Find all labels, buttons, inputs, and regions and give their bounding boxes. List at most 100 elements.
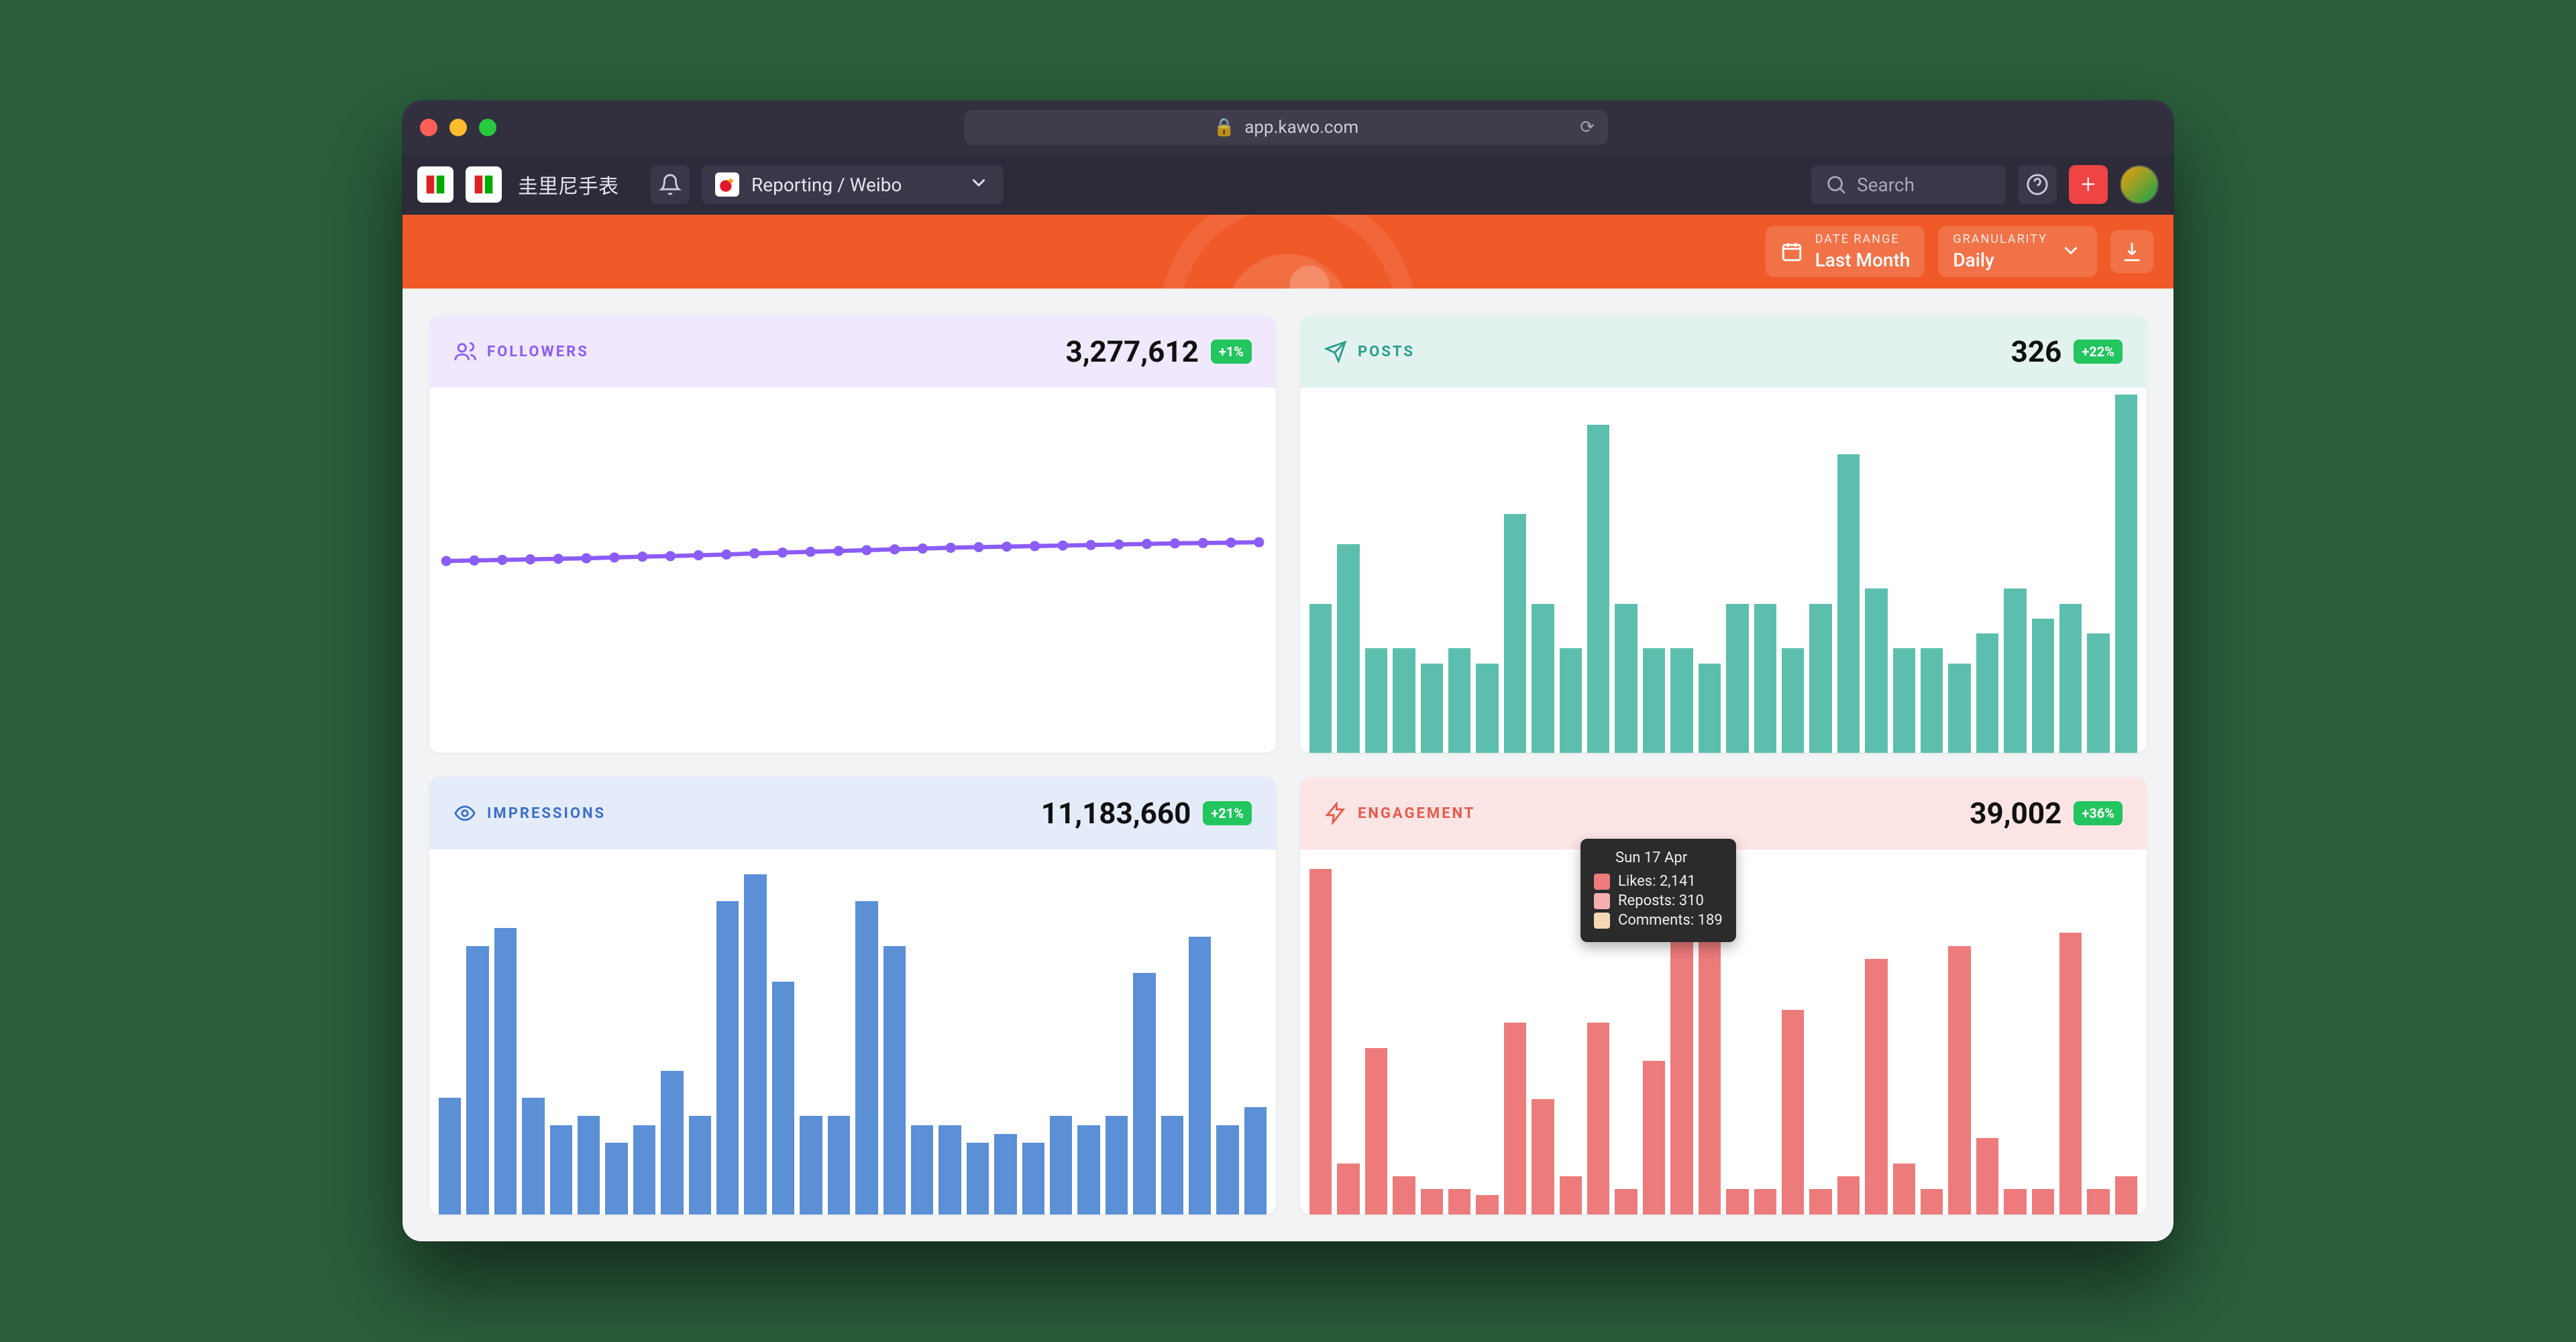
bar[interactable] <box>1726 604 1748 754</box>
org-switcher-icon[interactable] <box>417 166 453 203</box>
bar[interactable] <box>800 1116 822 1215</box>
bar[interactable] <box>2087 1189 2109 1215</box>
bar[interactable] <box>1532 604 1554 754</box>
notifications-button[interactable] <box>651 165 690 204</box>
bar[interactable] <box>1865 959 1887 1215</box>
bar[interactable] <box>1393 648 1415 753</box>
bar[interactable] <box>938 1125 961 1215</box>
bar[interactable] <box>855 901 877 1215</box>
bar[interactable] <box>1921 648 1943 753</box>
bar[interactable] <box>1189 937 1211 1215</box>
bar[interactable] <box>2059 604 2082 754</box>
bar[interactable] <box>1504 514 1526 753</box>
bar[interactable] <box>522 1098 544 1215</box>
bar[interactable] <box>550 1125 572 1215</box>
bar[interactable] <box>1782 648 1804 753</box>
bar[interactable] <box>1161 1116 1183 1215</box>
bar[interactable] <box>1670 648 1693 753</box>
bar[interactable] <box>1976 633 1998 753</box>
bar[interactable] <box>1216 1125 1238 1215</box>
bar[interactable] <box>661 1071 683 1215</box>
bar[interactable] <box>2115 1176 2137 1215</box>
bar[interactable] <box>1077 1125 1099 1215</box>
help-button[interactable] <box>2018 165 2057 204</box>
bar[interactable] <box>1337 544 1359 754</box>
bar[interactable] <box>967 1143 989 1215</box>
bar[interactable] <box>578 1116 600 1215</box>
bar[interactable] <box>1560 648 1582 753</box>
bar[interactable] <box>2004 588 2026 753</box>
bar[interactable] <box>1309 869 1332 1215</box>
bar[interactable] <box>1893 1164 1915 1215</box>
bar[interactable] <box>1133 973 1155 1215</box>
bar[interactable] <box>1670 907 1693 1215</box>
bar[interactable] <box>605 1143 627 1215</box>
bar[interactable] <box>911 1125 933 1215</box>
bar[interactable] <box>1448 648 1470 753</box>
bar[interactable] <box>1532 1099 1554 1215</box>
bar[interactable] <box>1022 1143 1044 1215</box>
download-button[interactable] <box>2110 230 2153 273</box>
bar[interactable] <box>1560 1176 1582 1215</box>
bar[interactable] <box>2032 619 2054 753</box>
report-select[interactable]: Reporting / Weibo <box>702 165 1004 204</box>
bar[interactable] <box>1615 604 1637 754</box>
bar[interactable] <box>994 1134 1016 1215</box>
bar[interactable] <box>2087 633 2109 753</box>
bar[interactable] <box>716 901 739 1215</box>
address-bar[interactable]: 🔒 app.kawo.com ⟳ <box>964 110 1608 145</box>
impressions-card[interactable]: IMPRESSIONS 11,183,660 +21% <box>429 777 1276 1215</box>
bar[interactable] <box>2032 1189 2054 1215</box>
bar[interactable] <box>1809 604 1831 754</box>
bar[interactable] <box>1106 1116 1128 1215</box>
bar[interactable] <box>2115 395 2137 753</box>
bar[interactable] <box>883 946 906 1215</box>
bar[interactable] <box>1837 1176 1860 1215</box>
bar[interactable] <box>1893 648 1915 753</box>
bar[interactable] <box>466 946 488 1215</box>
bar[interactable] <box>1976 1138 1998 1215</box>
bar[interactable] <box>1699 664 1721 754</box>
minimize-window-button[interactable] <box>449 119 467 136</box>
bar[interactable] <box>1809 1189 1831 1215</box>
bar[interactable] <box>1726 1189 1748 1215</box>
bar[interactable] <box>689 1116 711 1215</box>
bar[interactable] <box>1476 664 1498 754</box>
user-avatar[interactable] <box>2120 165 2159 204</box>
bar[interactable] <box>772 982 794 1215</box>
bar[interactable] <box>1504 1023 1526 1215</box>
brand-label[interactable]: 圭里尼手表 <box>518 170 619 199</box>
bar[interactable] <box>1365 648 1387 753</box>
bar[interactable] <box>1365 1048 1387 1215</box>
bar[interactable] <box>2004 1189 2026 1215</box>
bar[interactable] <box>1615 1189 1637 1215</box>
bar[interactable] <box>1643 1061 1665 1215</box>
date-range-picker[interactable]: DATE RANGE Last Month <box>1766 226 1925 277</box>
bar[interactable] <box>1921 1189 1943 1215</box>
bar[interactable] <box>1421 1189 1443 1215</box>
bar[interactable] <box>1865 588 1887 753</box>
followers-card[interactable]: FOLLOWERS 3,277,612 +1% <box>429 315 1276 753</box>
posts-card[interactable]: POSTS 326 +22% <box>1300 315 2147 753</box>
granularity-select[interactable]: GRANULARITY Daily <box>1938 226 2097 277</box>
fullscreen-window-button[interactable] <box>479 119 496 136</box>
bar[interactable] <box>1754 604 1776 754</box>
bar[interactable] <box>1948 664 1970 754</box>
bar[interactable] <box>828 1116 850 1215</box>
bar[interactable] <box>1448 1189 1470 1215</box>
bar[interactable] <box>1393 1176 1415 1215</box>
engagement-card[interactable]: ENGAGEMENT 39,002 +36% Sun 17 Apr Likes:… <box>1300 777 2147 1215</box>
bar[interactable] <box>1782 1010 1804 1215</box>
bar[interactable] <box>1643 648 1665 753</box>
bar[interactable] <box>1948 946 1970 1215</box>
brand-icon[interactable] <box>466 166 502 203</box>
bar[interactable] <box>1309 604 1332 754</box>
search-input[interactable]: Search <box>1811 165 2006 204</box>
bar[interactable] <box>494 928 517 1215</box>
create-button[interactable]: + <box>2069 165 2108 204</box>
bar[interactable] <box>1587 1023 1609 1215</box>
bar[interactable] <box>1587 425 1609 754</box>
bar[interactable] <box>1337 1164 1359 1215</box>
bar[interactable] <box>439 1098 461 1215</box>
close-window-button[interactable] <box>420 119 437 136</box>
